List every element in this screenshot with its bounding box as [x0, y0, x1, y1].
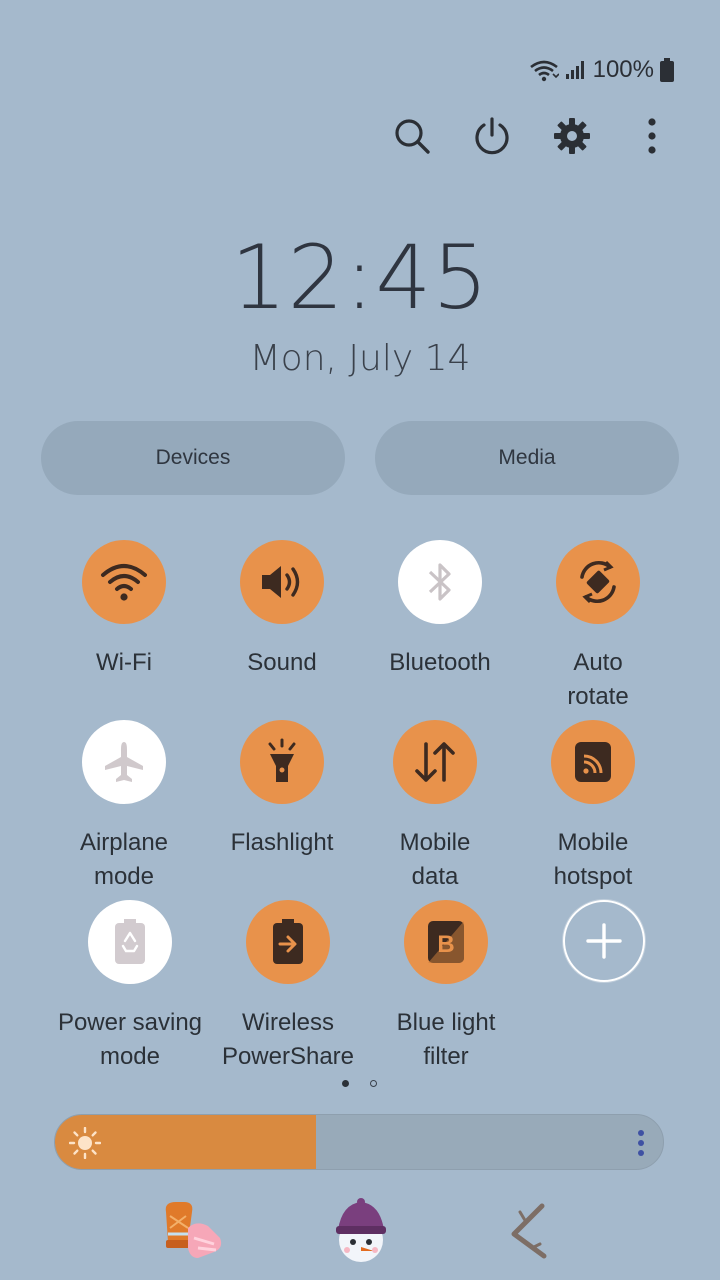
tile-wireless-powershare[interactable]: Wireless PowerShare: [198, 900, 378, 1074]
settings-button[interactable]: [548, 112, 596, 160]
tile-mobile-hotspot-toggle[interactable]: [551, 720, 635, 804]
bluetooth-icon: [428, 563, 451, 601]
brightness-more-icon[interactable]: [637, 1129, 645, 1157]
tile-mobile-data[interactable]: Mobile data: [345, 720, 525, 894]
tile-label: Auto rotate: [567, 649, 629, 710]
power-icon: [475, 117, 509, 155]
devices-button[interactable]: Devices: [41, 421, 345, 495]
tile-airplane-mode[interactable]: Airplane mode: [34, 720, 214, 894]
add-tile[interactable]: [514, 900, 694, 982]
tile-label: Mobile data: [399, 829, 471, 890]
wifi-status-icon: [529, 60, 559, 82]
tile-label: Mobile hotspot: [553, 829, 633, 890]
sound-icon: [262, 566, 300, 598]
tile-wireless-powershare-toggle[interactable]: [246, 900, 330, 984]
tile-label: Bluetooth: [389, 649, 491, 676]
cellular-signal-icon: [565, 61, 584, 79]
mobile-data-icon: [415, 742, 455, 782]
airplane-icon: [105, 742, 143, 782]
tile-label: Wireless PowerShare: [221, 1009, 355, 1070]
brightness-sun-icon: [69, 1127, 101, 1159]
clock-date: Mon, July 14: [249, 338, 471, 379]
battery-percentage: 100%: [592, 56, 654, 83]
search-button[interactable]: [388, 112, 436, 160]
tile-flashlight-toggle[interactable]: [240, 720, 324, 804]
auto-rotate-icon: [580, 560, 616, 604]
status-bar: 100%: [529, 56, 674, 84]
page-dot-active[interactable]: [342, 1080, 349, 1087]
tile-bluetooth-toggle[interactable]: [398, 540, 482, 624]
brightness-slider[interactable]: [54, 1114, 664, 1170]
snowman-icon[interactable]: [328, 1198, 394, 1264]
tile-bluetooth[interactable]: Bluetooth: [350, 540, 530, 680]
tile-blue-light-filter[interactable]: B Blue light filter: [356, 900, 536, 1074]
panel-actions: [388, 112, 676, 160]
tile-wifi[interactable]: Wi-Fi: [34, 540, 214, 680]
settings-gear-icon: [554, 118, 590, 154]
mittens-icon[interactable]: [158, 1198, 224, 1264]
tile-label: Blue light filter: [396, 1009, 496, 1070]
twig-back-icon[interactable]: [498, 1198, 564, 1264]
hotspot-icon: [575, 742, 611, 782]
tile-mobile-data-toggle[interactable]: [393, 720, 477, 804]
tile-airplane-toggle[interactable]: [82, 720, 166, 804]
clock-time: 12:45: [230, 226, 490, 329]
tile-sound[interactable]: Sound: [192, 540, 372, 680]
power-saving-icon: [115, 919, 145, 964]
media-button[interactable]: Media: [375, 421, 679, 495]
tile-sound-toggle[interactable]: [240, 540, 324, 624]
flashlight-icon: [268, 738, 296, 782]
tile-label: Wi-Fi: [96, 649, 152, 676]
tile-mobile-hotspot[interactable]: Mobile hotspot: [503, 720, 683, 894]
tile-blue-light-filter-toggle[interactable]: B: [404, 900, 488, 984]
search-icon: [395, 119, 430, 154]
wireless-powershare-icon: [273, 919, 303, 964]
tile-wifi-toggle[interactable]: [82, 540, 166, 624]
tile-label: Power saving mode: [57, 1009, 203, 1070]
power-button[interactable]: [468, 112, 516, 160]
tile-label: Sound: [247, 649, 317, 676]
more-options-button[interactable]: [628, 112, 676, 160]
tile-auto-rotate[interactable]: Auto rotate: [508, 540, 688, 714]
wifi-icon: [101, 564, 147, 601]
blue-light-filter-icon: B: [428, 921, 464, 963]
tile-auto-rotate-toggle[interactable]: [556, 540, 640, 624]
plus-icon: [586, 923, 622, 959]
tile-power-saving-toggle[interactable]: [88, 900, 172, 984]
add-tile-button[interactable]: [563, 900, 645, 982]
more-vert-icon: [648, 118, 656, 154]
page-indicator: [342, 1080, 377, 1087]
svg-text:B: B: [437, 931, 454, 958]
tile-label: Airplane mode: [79, 829, 169, 890]
tile-power-saving[interactable]: Power saving mode: [40, 900, 220, 1074]
battery-icon: [660, 58, 674, 82]
page-dot[interactable]: [370, 1080, 377, 1087]
